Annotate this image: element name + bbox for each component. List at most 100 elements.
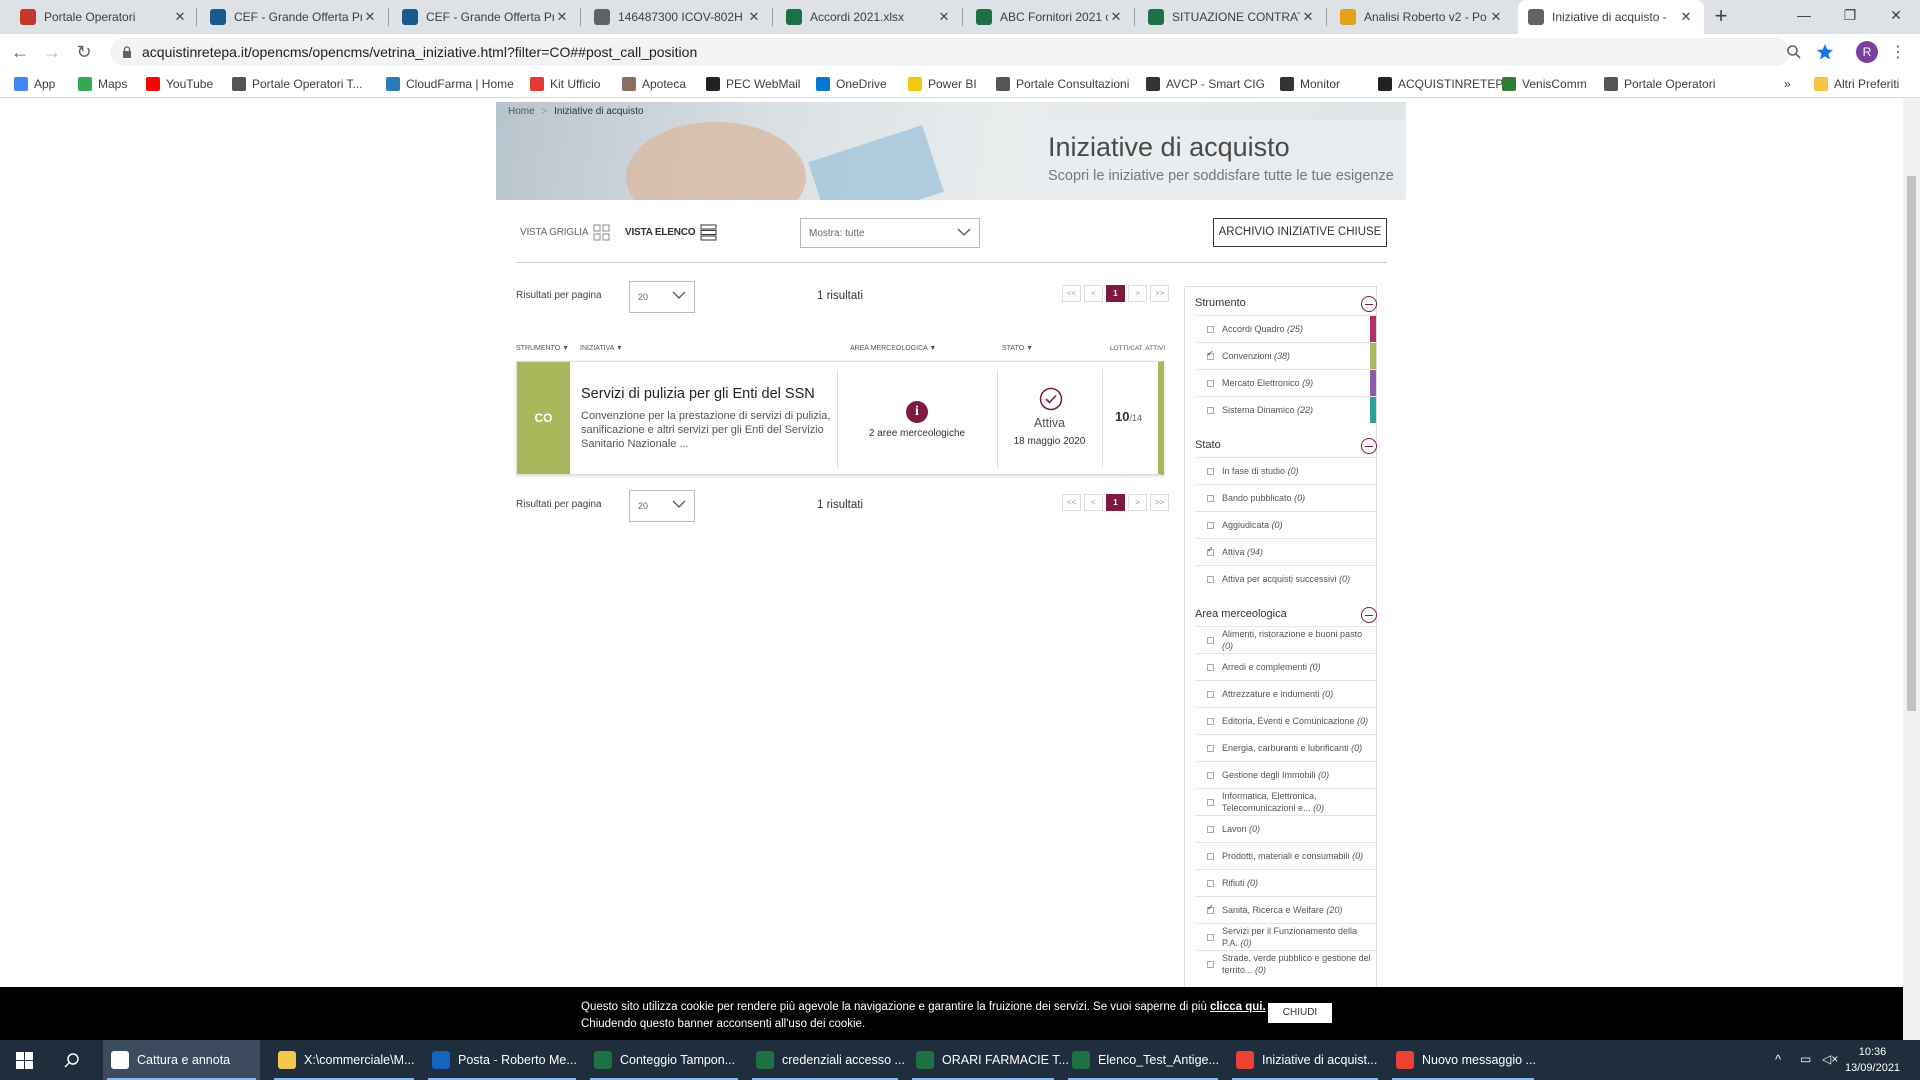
search-icon[interactable] [1786, 44, 1802, 60]
back-button[interactable]: ← [8, 40, 32, 64]
bookmark-item[interactable]: PEC WebMail [706, 75, 800, 93]
more-bookmarks-button[interactable]: » [1784, 75, 1791, 93]
filter-checkbox[interactable] [1207, 636, 1214, 644]
new-tab-button[interactable]: + [1708, 4, 1734, 30]
col-iniziativa[interactable]: INIZIATIVA ▼ [580, 345, 623, 352]
filter-option[interactable]: Informatica, Elettronica, Telecomunicazi… [1195, 788, 1376, 815]
tray-chevron-icon[interactable]: ^ [1775, 1052, 1781, 1067]
taskbar-app[interactable]: Cattura e annota [103, 1040, 260, 1080]
bookmark-item[interactable]: Portale Consultazioni [996, 75, 1129, 93]
filter-checkbox[interactable] [1207, 494, 1214, 502]
system-clock[interactable]: 10:36 13/09/2021 [1845, 1044, 1900, 1076]
filter-option[interactable]: In fase di studio (0) [1195, 457, 1376, 484]
filter-checkbox[interactable] [1207, 717, 1214, 725]
filter-checkbox[interactable] [1207, 521, 1214, 529]
tab-close-icon[interactable]: ✕ [1300, 9, 1316, 25]
filter-checkbox[interactable] [1207, 960, 1214, 968]
bookmark-item[interactable]: YouTube [146, 75, 213, 93]
pager-first[interactable]: << [1062, 494, 1081, 511]
filter-option[interactable]: Rifiuti (0) [1195, 869, 1376, 896]
col-area[interactable]: AREA MERCEOLOGICA ▼ [850, 345, 936, 352]
windows-start-icon[interactable] [16, 1052, 33, 1069]
filter-option[interactable]: Arredi e complementi (0) [1195, 653, 1376, 680]
minimize-button[interactable]: — [1784, 4, 1824, 28]
bookmark-item[interactable]: Portale Operatori T... [232, 75, 363, 93]
menu-icon[interactable]: ⋮ [1890, 42, 1906, 62]
filter-checkbox[interactable] [1207, 379, 1214, 387]
page-scrollbar[interactable] [1903, 98, 1920, 1040]
pager-next[interactable]: > [1128, 285, 1147, 302]
filter-checkbox[interactable] [1207, 903, 1214, 914]
bookmark-item[interactable]: App [14, 75, 55, 93]
tab-close-icon[interactable]: ✕ [936, 9, 952, 25]
taskbar-search-icon[interactable] [64, 1052, 80, 1068]
filter-option[interactable]: Alimenti, ristorazione e buoni pasto (0) [1195, 626, 1376, 653]
tab-close-icon[interactable]: ✕ [746, 9, 762, 25]
collapse-section-icon[interactable] [1361, 296, 1377, 312]
filter-option[interactable]: Bando pubblicato (0) [1195, 484, 1376, 511]
pager-page-1[interactable]: 1 [1106, 494, 1125, 511]
tab-close-icon[interactable]: ✕ [362, 9, 378, 25]
browser-tab[interactable]: ABC Fornitori 2021 con✕ [966, 0, 1134, 34]
bookmark-item[interactable]: OneDrive [816, 75, 887, 93]
tab-close-icon[interactable]: ✕ [1108, 9, 1124, 25]
browser-tab[interactable]: 146487300 ICOV-802H ✕ [584, 0, 772, 34]
star-icon[interactable] [1816, 43, 1834, 61]
network-icon[interactable]: ▭ [1800, 1052, 1811, 1066]
filter-option[interactable]: Attiva per acquisti successivi (0) [1195, 565, 1376, 592]
info-icon[interactable]: i [906, 401, 928, 423]
col-stato[interactable]: STATO ▼ [1002, 345, 1033, 352]
bookmark-item[interactable]: CloudFarma | Home [386, 75, 514, 93]
taskbar-app[interactable]: Elenco_Test_Antige... [1064, 1040, 1222, 1080]
filter-option[interactable]: Aggiudicata (0) [1195, 511, 1376, 538]
maximize-button[interactable]: ❐ [1830, 4, 1870, 28]
filter-checkbox[interactable] [1207, 798, 1214, 806]
forward-button[interactable]: → [40, 40, 64, 64]
bookmark-item[interactable]: Kit Ufficio [530, 75, 600, 93]
filter-checkbox[interactable] [1207, 663, 1214, 671]
filter-checkbox[interactable] [1207, 406, 1214, 414]
initiative-title[interactable]: Servizi di pulizia per gli Enti del SSN [581, 386, 815, 402]
cookie-link[interactable]: clicca qui. [1210, 1001, 1266, 1013]
filter-checkbox[interactable] [1207, 879, 1214, 887]
initiative-card[interactable]: CO Servizi di pulizia per gli Enti del S… [516, 361, 1164, 475]
archive-closed-button[interactable]: ARCHIVIO INIZIATIVE CHIUSE [1213, 218, 1387, 247]
filter-checkbox[interactable] [1207, 852, 1214, 860]
pager-prev[interactable]: < [1084, 285, 1103, 302]
volume-icon[interactable]: ◁× [1822, 1052, 1838, 1066]
col-strumento[interactable]: STRUMENTO ▼ [516, 345, 569, 352]
pager-page-1[interactable]: 1 [1106, 285, 1125, 302]
show-filter-select[interactable]: Mostra: tutte [800, 218, 980, 248]
bookmark-item[interactable]: VenisComm [1502, 75, 1587, 93]
filter-option[interactable]: Lavori (0) [1195, 815, 1376, 842]
taskbar-app[interactable]: Iniziative di acquist... [1228, 1040, 1382, 1080]
filter-option[interactable]: Prodotti, materiali e consumabili (0) [1195, 842, 1376, 869]
filter-checkbox[interactable] [1207, 545, 1214, 556]
collapse-section-icon[interactable] [1361, 607, 1377, 623]
other-bookmarks-folder[interactable]: Altri Preferiti [1814, 75, 1899, 93]
address-bar[interactable]: acquistinretepa.it/opencms/opencms/vetri… [110, 38, 1790, 66]
filter-option[interactable]: Sanità, Ricerca e Welfare (20) [1195, 896, 1376, 923]
taskbar-app[interactable]: Posta - Roberto Me... [424, 1040, 580, 1080]
browser-tab[interactable]: Portale Operatori ✕ [10, 0, 198, 34]
browser-tab[interactable]: SITUAZIONE CONTRAT ✕ [1138, 0, 1326, 34]
browser-tab[interactable]: Analisi Roberto v2 - Po ✕ [1330, 0, 1514, 34]
bookmark-item[interactable]: Portale Operatori [1604, 75, 1715, 93]
pager-next[interactable]: > [1128, 494, 1147, 511]
filter-option[interactable]: Gestione degli Immobili (0) [1195, 761, 1376, 788]
taskbar-app[interactable]: ORARI FARMACIE T... [908, 1040, 1069, 1080]
taskbar-app[interactable]: Conteggio Tampon... [586, 1040, 742, 1080]
pager-first[interactable]: << [1062, 285, 1081, 302]
filter-checkbox[interactable] [1207, 690, 1214, 698]
reload-button[interactable]: ↻ [72, 40, 96, 64]
taskbar-app[interactable]: X:\commerciale\M... [270, 1040, 418, 1080]
filter-checkbox[interactable] [1207, 771, 1214, 779]
breadcrumb-home[interactable]: Home [508, 106, 535, 117]
bookmark-item[interactable]: AVCP - Smart CIG [1146, 75, 1265, 93]
cookie-close-button[interactable]: CHIUDI [1268, 1003, 1332, 1023]
filter-checkbox[interactable] [1207, 325, 1214, 333]
bookmark-item[interactable]: Power BI [908, 75, 977, 93]
browser-tab[interactable]: CEF - Grande Offerta Pr ✕ [200, 0, 388, 34]
filter-option[interactable]: Sistema Dinamico (22) [1195, 396, 1376, 423]
filter-option[interactable]: Editoria, Eventi e Comunicazione (0) [1195, 707, 1376, 734]
